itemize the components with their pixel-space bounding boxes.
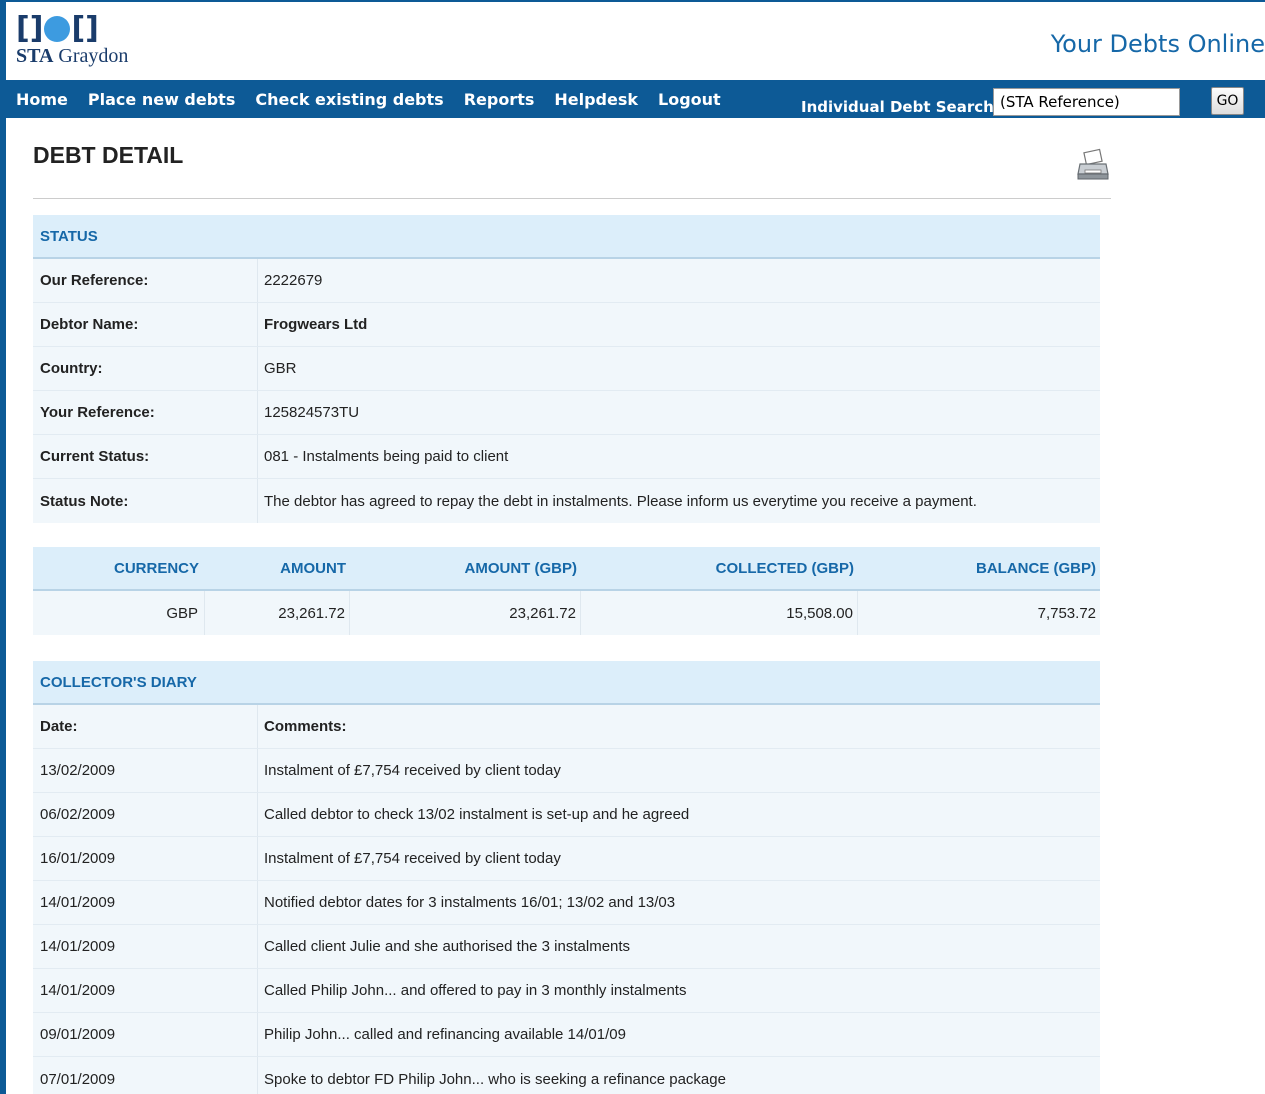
nav-helpdesk[interactable]: Helpdesk: [554, 90, 638, 109]
printer-icon[interactable]: [1076, 148, 1110, 182]
title-divider: [33, 198, 1111, 199]
nav-check-existing-debts[interactable]: Check existing debts: [255, 90, 443, 109]
diary-row: 09/01/2009 Philip John... called and ref…: [33, 1013, 1100, 1057]
diary-row: 06/02/2009 Called debtor to check 13/02 …: [33, 793, 1100, 837]
status-row-current-status: Current Status: 081 - Instalments being …: [33, 435, 1100, 479]
col-amount-gbp: AMOUNT (GBP): [464, 559, 578, 577]
col-balance-gbp: BALANCE (GBP): [976, 559, 1096, 577]
status-panel: STATUS Our Reference: 2222679 Debtor Nam…: [33, 215, 1100, 523]
status-row-our-reference: Our Reference: 2222679: [33, 259, 1100, 303]
site-title: Your Debts Online: [1050, 30, 1265, 58]
nav-home[interactable]: Home: [16, 90, 68, 109]
amounts-header: CURRENCY AMOUNT AMOUNT (GBP) COLLECTED (…: [33, 547, 1100, 591]
diary-row: 13/02/2009 Instalment of £7,754 received…: [33, 749, 1100, 793]
nav-logout[interactable]: Logout: [658, 90, 721, 109]
diary-row: 16/01/2009 Instalment of £7,754 received…: [33, 837, 1100, 881]
header: [][] STA Graydon Your Debts Online: [6, 2, 1265, 76]
main-nav: Home Place new debts Check existing debt…: [6, 80, 1265, 118]
col-amount: AMOUNT: [280, 559, 346, 577]
diary-row: 14/01/2009 Called client Julie and she a…: [33, 925, 1100, 969]
nav-place-new-debts[interactable]: Place new debts: [88, 90, 235, 109]
amounts-row: GBP 23,261.72 23,261.72 15,508.00 7,753.…: [33, 591, 1100, 635]
collected-gbp-value: 15,508.00: [581, 591, 858, 635]
search-label: Individual Debt Search: [801, 98, 994, 116]
col-collected-gbp: COLLECTED (GBP): [715, 559, 854, 577]
diary-row: 14/01/2009 Notified debtor dates for 3 i…: [33, 881, 1100, 925]
balance-gbp-value: 7,753.72: [1037, 604, 1096, 622]
currency-value: GBP: [33, 591, 205, 635]
status-row-status-note: Status Note: The debtor has agreed to re…: [33, 479, 1100, 523]
status-row-your-reference: Your Reference: 125824573TU: [33, 391, 1100, 435]
status-row-debtor-name: Debtor Name: Frogwears Ltd: [33, 303, 1100, 347]
diary-row: 07/01/2009 Spoke to debtor FD Philip Joh…: [33, 1057, 1100, 1094]
collectors-diary-panel: COLLECTOR'S DIARY Date: Comments: 13/02/…: [33, 661, 1100, 1094]
col-currency: CURRENCY: [113, 559, 199, 577]
logo-text: STA Graydon: [16, 45, 129, 67]
page-title: DEBT DETAIL: [33, 142, 184, 168]
amount-gbp-value: 23,261.72: [350, 591, 581, 635]
search-input[interactable]: [993, 88, 1180, 116]
logo-mark: [][]: [16, 11, 99, 46]
diary-header-row: Date: Comments:: [33, 705, 1100, 749]
go-button[interactable]: GO: [1211, 87, 1244, 115]
amount-value: 23,261.72: [205, 591, 350, 635]
diary-row: 14/01/2009 Called Philip John... and off…: [33, 969, 1100, 1013]
sta-graydon-logo[interactable]: [][] STA Graydon: [16, 14, 128, 68]
status-heading: STATUS: [33, 215, 1100, 259]
status-row-country: Country: GBR: [33, 347, 1100, 391]
nav-reports[interactable]: Reports: [464, 90, 535, 109]
amounts-table: CURRENCY AMOUNT AMOUNT (GBP) COLLECTED (…: [33, 547, 1100, 635]
diary-heading: COLLECTOR'S DIARY: [33, 661, 1100, 705]
